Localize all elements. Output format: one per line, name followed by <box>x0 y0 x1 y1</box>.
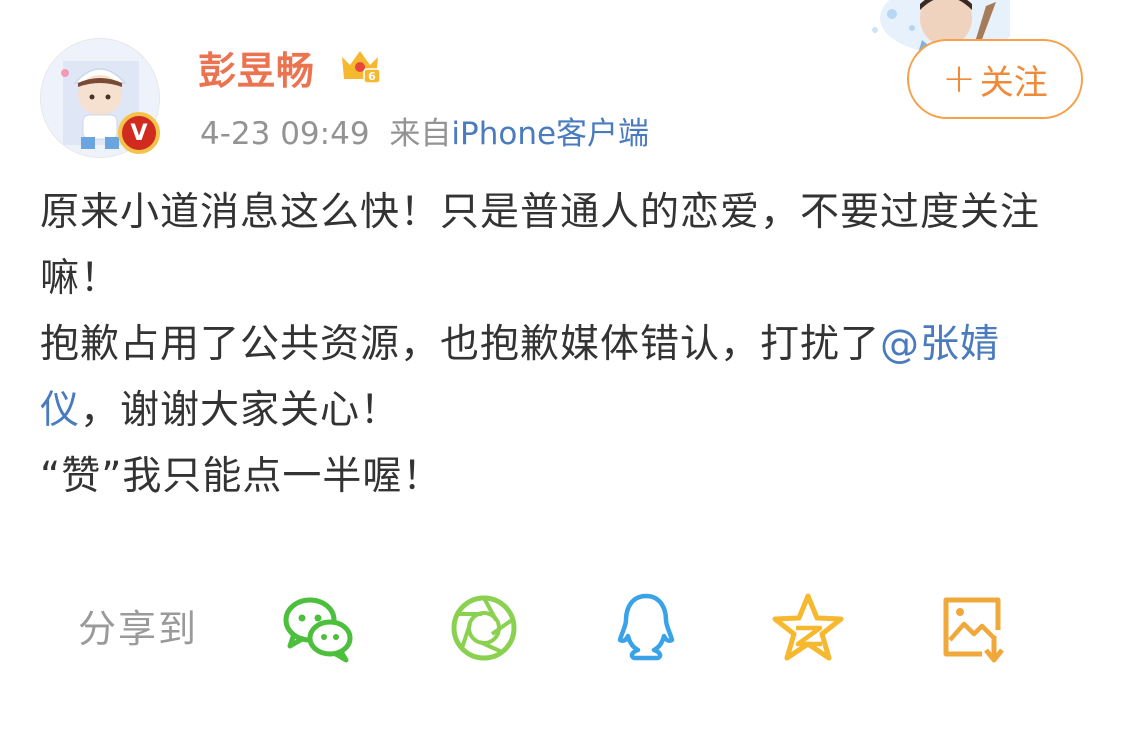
plus-icon: + <box>942 56 976 102</box>
member-level: 6 <box>368 70 376 83</box>
post-content: 原来小道消息这么快！只是普通人的恋爱，不要过度关注嘛！ 抱歉占用了公共资源，也抱… <box>40 180 1060 510</box>
post-text-line: 原来小道消息这么快！只是普通人的恋爱，不要过度关注嘛！ <box>40 190 1041 301</box>
crown-member-icon[interactable]: 6 <box>338 45 382 85</box>
post-text-segment: 抱歉占用了公共资源，也抱歉媒体错认，打扰了 <box>40 322 881 367</box>
source-prefix: 来自 <box>389 116 452 152</box>
verified-badge: V <box>118 112 160 154</box>
save-image-icon[interactable] <box>936 590 1012 666</box>
share-label: 分享到 <box>78 607 199 651</box>
post-meta: 4-23 09:49 来自iPhone客户端 <box>200 108 649 153</box>
post-text-line: 抱歉占用了公共资源，也抱歉媒体错认，打扰了@张婧仪，谢谢大家关心！ <box>40 312 1060 444</box>
qq-icon[interactable] <box>608 590 684 666</box>
wechat-icon[interactable] <box>280 590 356 666</box>
follow-label: 关注 <box>979 62 1048 103</box>
qzone-icon[interactable] <box>770 590 846 666</box>
post-text-segment: ，谢谢大家关心！ <box>80 388 401 433</box>
follow-button[interactable]: + 关注 <box>907 39 1083 119</box>
timestamp: 4-23 09:49 <box>200 116 370 152</box>
post-text-line: “赞”我只能点一半喔！ <box>40 454 443 499</box>
username[interactable]: 彭昱畅 <box>198 40 315 95</box>
weibo-post: V 彭昱畅 6 4-23 09:49 来自iPhone客户端 + 关注 原来小道… <box>0 0 1125 731</box>
moments-icon[interactable] <box>446 590 522 666</box>
source-client-link[interactable]: iPhone客户端 <box>451 116 649 152</box>
